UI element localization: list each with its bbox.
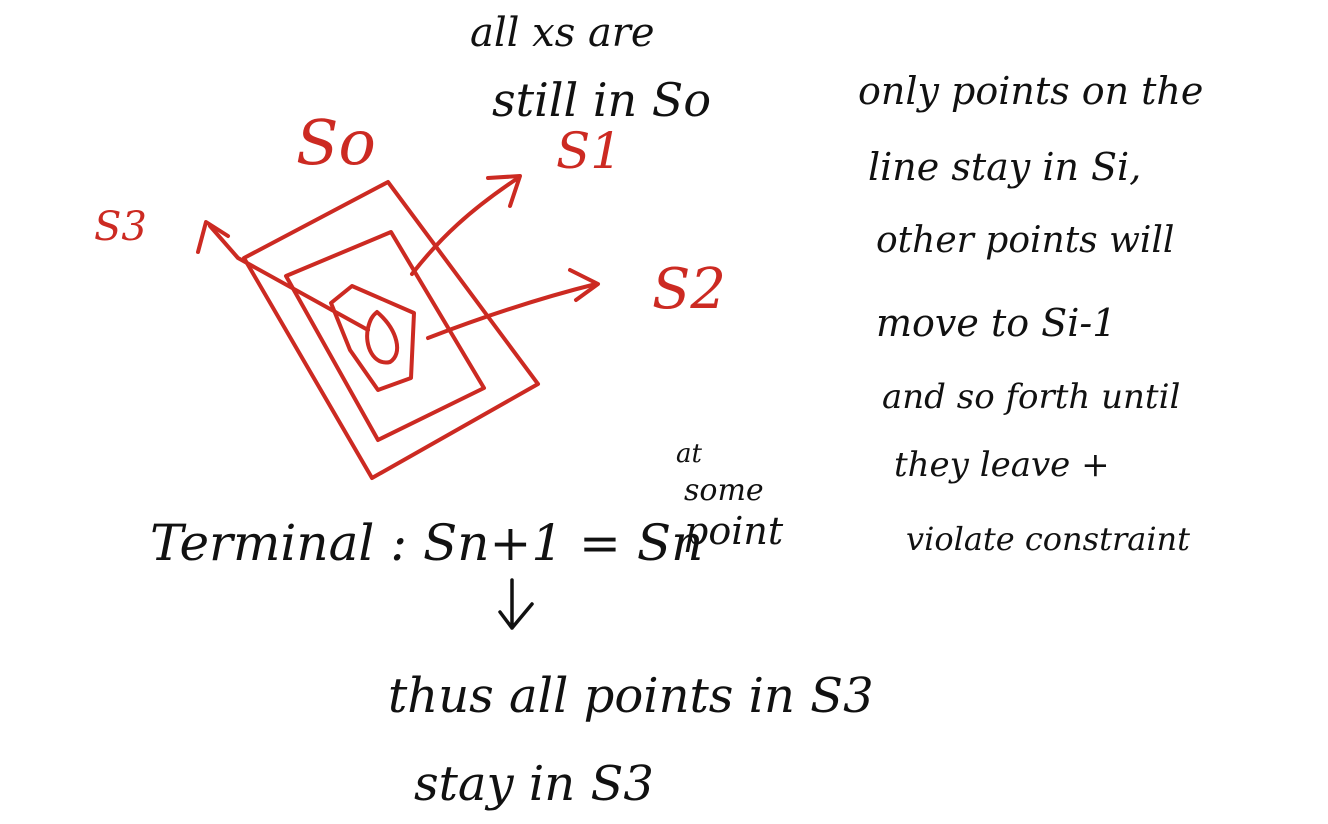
terminal-statement: Terminal : Sn+1 = Sn: [150, 514, 703, 572]
arrow-to-s3-head: [196, 220, 230, 254]
right-note-line: violate constraint: [906, 520, 1190, 558]
whiteboard-canvas: So S1 S2 S3 all xs are still in So only …: [94, 10, 1203, 812]
label-s3: S3: [94, 204, 147, 250]
right-note: only points on the line stay in Si, othe…: [858, 69, 1203, 558]
middle-set-s1: [284, 230, 486, 442]
top-note-line2: still in So: [492, 73, 711, 127]
annotation-some: some: [684, 473, 764, 508]
right-note-line: only points on the: [858, 69, 1203, 113]
right-note-line: other points will: [876, 220, 1174, 261]
right-note-line: move to Si-1: [876, 301, 1116, 345]
label-s0: So: [296, 106, 376, 179]
conclusion-line1: thus all points in S3: [388, 668, 874, 724]
annotation-at: at: [676, 439, 703, 469]
right-note-line: and so forth until: [882, 377, 1180, 417]
arrow-to-s1: [410, 176, 520, 276]
conclusion-line2: stay in S3: [414, 756, 654, 812]
right-note-line: line stay in Si,: [868, 145, 1141, 189]
arrow-to-s2: [426, 282, 598, 340]
label-s2: S2: [652, 257, 726, 322]
annotation-point: point: [684, 509, 784, 553]
right-note-line: they leave +: [894, 445, 1110, 485]
innermost-set-s3: [365, 310, 400, 365]
label-s1: S1: [556, 122, 622, 180]
arrow-to-s2-head: [568, 268, 600, 302]
top-note-line1: all xs are: [470, 10, 655, 56]
nested-sets-sketch: [196, 174, 600, 480]
down-arrow-icon: [498, 578, 534, 630]
